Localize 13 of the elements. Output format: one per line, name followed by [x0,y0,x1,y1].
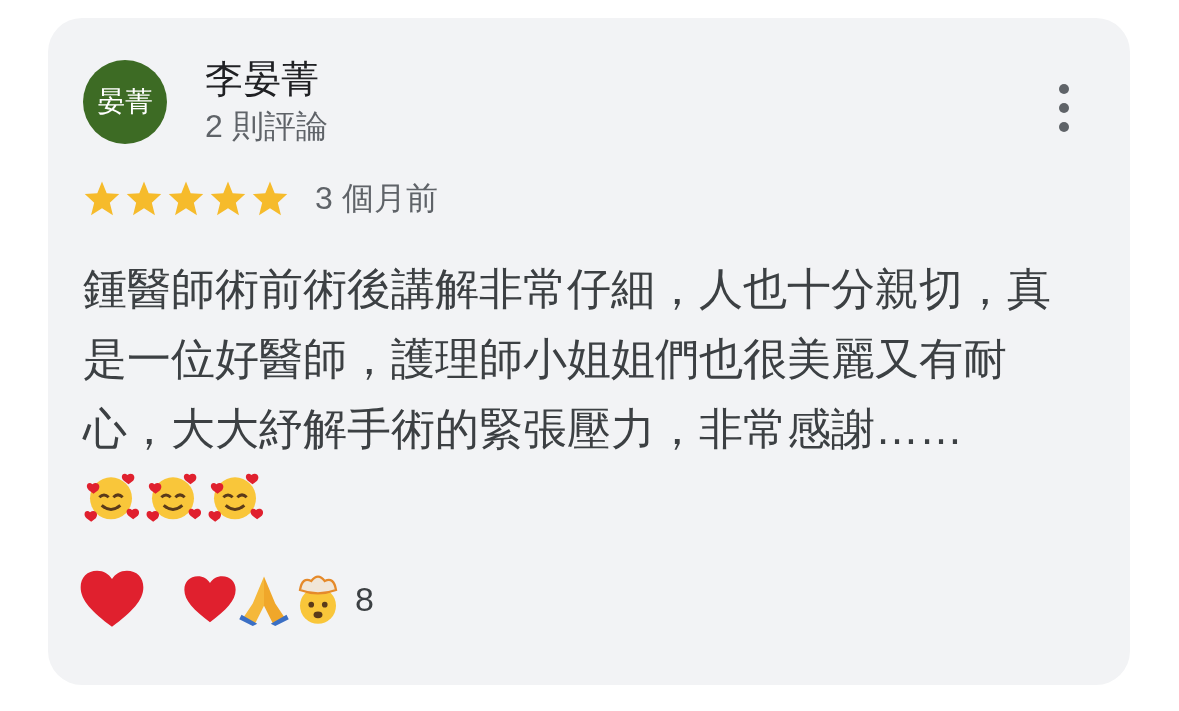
review-text: 鍾醫師術前術後講解非常仔細，人也十分親切，真是一位好醫師，護理師小姐姐們也很美麗又有耐心，大大紓解手術的緊張壓力，非常感謝…… [83,263,1052,455]
star-icon [125,180,163,216]
avatar: 晏菁 [83,60,167,144]
heart-icon [79,569,145,629]
heart-icon [183,574,237,624]
reviewer-name[interactable]: 李晏菁 [205,56,328,102]
star-icon [209,180,247,216]
review-count: 2 則評論 [205,107,328,146]
star-icon [167,180,205,216]
star-icon [83,180,121,216]
star-icon [251,180,289,216]
reaction-count: 8 [355,578,374,620]
review-time: 3 個月前 [315,179,438,218]
